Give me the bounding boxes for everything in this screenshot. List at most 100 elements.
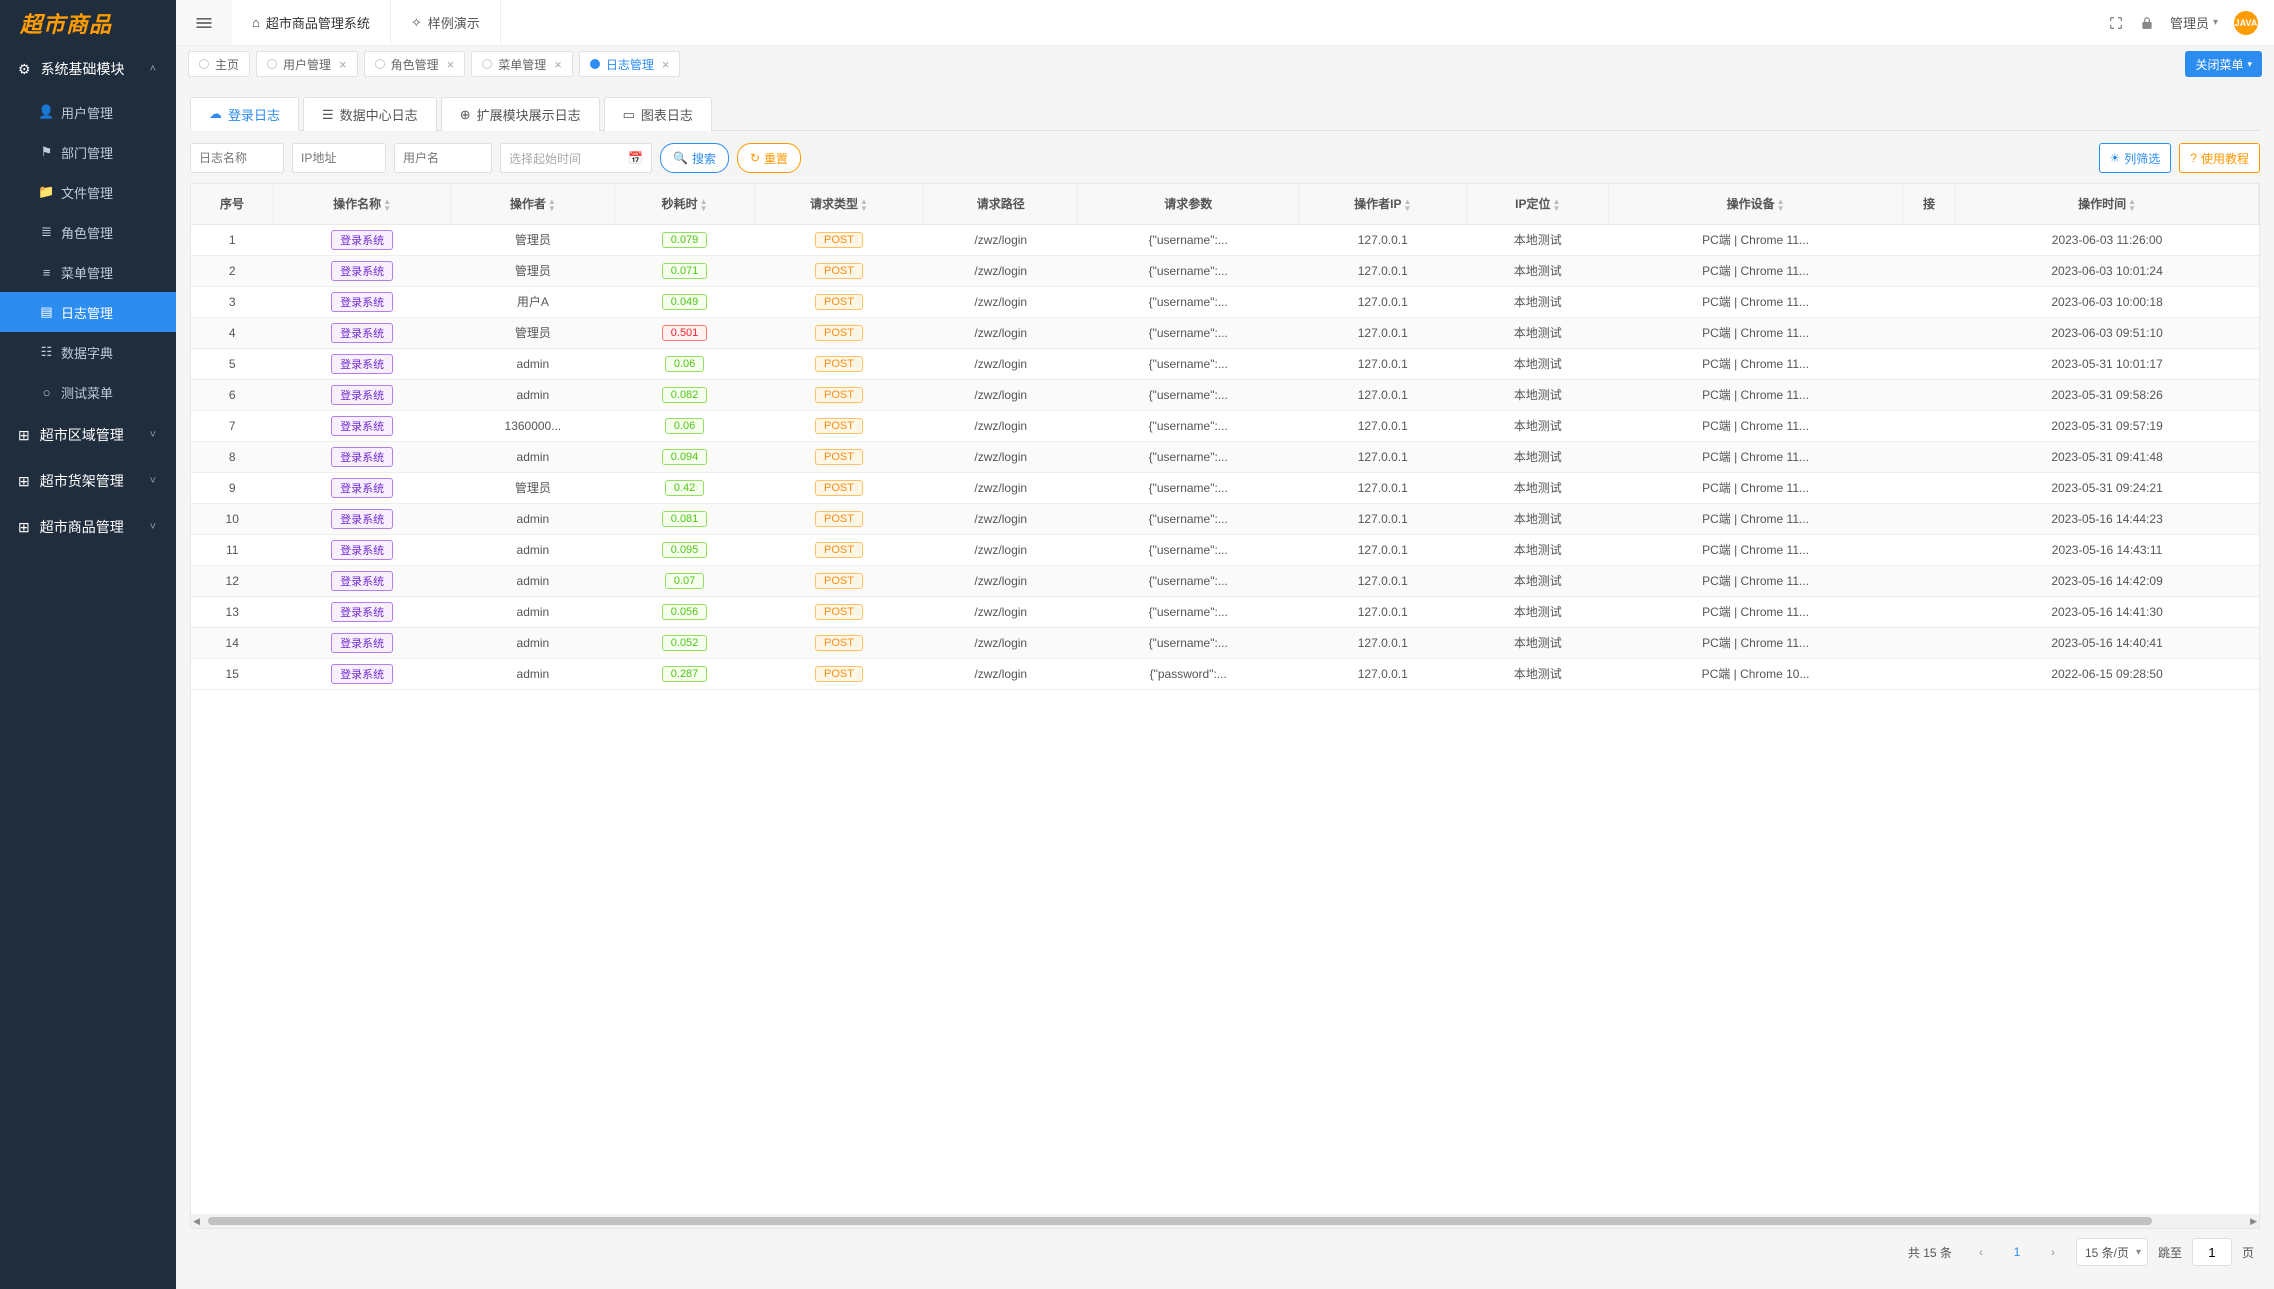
content-tab-扩展模块展示日志[interactable]: ⊕扩展模块展示日志 xyxy=(441,97,600,131)
scroll-left-icon[interactable]: ◀ xyxy=(191,1216,202,1227)
column-秒耗时[interactable]: 秒耗时▲▼ xyxy=(615,184,754,224)
cell-extra xyxy=(1902,565,1955,596)
sidebar-group-超市区域管理[interactable]: ⊞ 超市区域管理 ˅ xyxy=(0,412,176,458)
sidebar-item-菜单管理[interactable]: ≡菜单管理 xyxy=(0,252,176,292)
cell-ip: 127.0.0.1 xyxy=(1299,410,1467,441)
content-tab-数据中心日志[interactable]: ☰数据中心日志 xyxy=(303,97,437,131)
page-tab-角色管理[interactable]: 角色管理× xyxy=(364,51,466,77)
sidebar-item-数据字典[interactable]: ☷数据字典 xyxy=(0,332,176,372)
horizontal-scrollbar[interactable]: ◀ ▶ xyxy=(191,1214,2259,1228)
sidebar-item-label: 部门管理 xyxy=(61,143,113,162)
page-size-select[interactable]: 15 条/页 xyxy=(2076,1238,2148,1266)
columns-button[interactable]: ☀ 列筛选 xyxy=(2099,143,2172,173)
prev-page-button[interactable]: ‹ xyxy=(1968,1239,1994,1265)
jump-page-input[interactable] xyxy=(2192,1238,2232,1266)
close-menu-button[interactable]: 关闭菜单 ▾ xyxy=(2185,51,2262,77)
scroll-right-icon[interactable]: ▶ xyxy=(2248,1216,2259,1227)
cell-ip: 127.0.0.1 xyxy=(1299,224,1467,255)
name-tag: 登录系统 xyxy=(331,230,393,250)
date-placeholder: 选择起始时间 xyxy=(509,150,581,167)
cell-time: 2023-05-31 09:24:21 xyxy=(1956,472,2259,503)
name-tag: 登录系统 xyxy=(331,602,393,622)
sidebar-item-角色管理[interactable]: ≣角色管理 xyxy=(0,212,176,252)
cell-ip: 127.0.0.1 xyxy=(1299,658,1467,689)
cell-type: POST xyxy=(754,472,924,503)
cell-device: PC端 | Chrome 11... xyxy=(1609,503,1903,534)
page-tab-菜单管理[interactable]: 菜单管理× xyxy=(471,51,573,77)
sidebar-item-部门管理[interactable]: ⚑部门管理 xyxy=(0,132,176,172)
username-input[interactable] xyxy=(394,143,492,173)
column-操作设备[interactable]: 操作设备▲▼ xyxy=(1609,184,1903,224)
close-icon[interactable]: × xyxy=(339,57,347,72)
tutorial-button[interactable]: ? 使用教程 xyxy=(2179,143,2260,173)
top-tab-超市商品管理系统[interactable]: ⌂超市商品管理系统 xyxy=(232,0,391,45)
cell-location: 本地测试 xyxy=(1467,627,1609,658)
table-row: 9 登录系统 管理员 0.42 POST /zwz/login {"userna… xyxy=(191,472,2259,503)
table-row: 12 登录系统 admin 0.07 POST /zwz/login {"use… xyxy=(191,565,2259,596)
table-scroll[interactable]: 序号操作名称▲▼操作者▲▼秒耗时▲▼请求类型▲▼请求路径请求参数操作者IP▲▼I… xyxy=(191,184,2259,1214)
cost-tag: 0.501 xyxy=(662,325,708,341)
ip-input[interactable] xyxy=(292,143,386,173)
content-tab-图表日志[interactable]: ▭图表日志 xyxy=(604,97,712,131)
column-请求类型[interactable]: 请求类型▲▼ xyxy=(754,184,924,224)
cell-ip: 127.0.0.1 xyxy=(1299,255,1467,286)
question-icon: ? xyxy=(2190,151,2197,165)
date-picker[interactable]: 选择起始时间 📅 xyxy=(500,143,652,173)
main: ⌂超市商品管理系统✧样例演示 管理员 ▾ JAVA 主页用户管理×角色管理×菜单… xyxy=(176,0,2274,1289)
scrollbar-thumb[interactable] xyxy=(208,1217,2152,1225)
page-number[interactable]: 1 xyxy=(2004,1239,2030,1265)
column-操作时间[interactable]: 操作时间▲▼ xyxy=(1956,184,2259,224)
type-tag: POST xyxy=(815,294,863,310)
close-icon[interactable]: × xyxy=(662,57,670,72)
page-tab-主页[interactable]: 主页 xyxy=(188,51,250,77)
log-name-input[interactable] xyxy=(190,143,284,173)
sidebar-item-用户管理[interactable]: 👤用户管理 xyxy=(0,92,176,132)
content-tab-登录日志[interactable]: ☁登录日志 xyxy=(190,97,299,131)
cost-tag: 0.094 xyxy=(662,449,708,465)
cell-extra xyxy=(1902,255,1955,286)
cell-device: PC端 | Chrome 11... xyxy=(1609,472,1903,503)
table-row: 1 登录系统 管理员 0.079 POST /zwz/login {"usern… xyxy=(191,224,2259,255)
next-page-button[interactable]: › xyxy=(2040,1239,2066,1265)
cell-name: 登录系统 xyxy=(273,317,450,348)
table-body: 1 登录系统 管理员 0.079 POST /zwz/login {"usern… xyxy=(191,224,2259,689)
page-tab-日志管理[interactable]: 日志管理× xyxy=(579,51,681,77)
column-IP定位[interactable]: IP定位▲▼ xyxy=(1467,184,1609,224)
hamburger-button[interactable] xyxy=(176,0,232,45)
sidebar-item-文件管理[interactable]: 📁文件管理 xyxy=(0,172,176,212)
user-dropdown[interactable]: 管理员 ▾ xyxy=(2170,13,2218,32)
cell-device: PC端 | Chrome 11... xyxy=(1609,410,1903,441)
group-label: 超市区域管理 xyxy=(40,425,124,445)
cell-param: {"username":... xyxy=(1078,503,1299,534)
column-label: 请求参数 xyxy=(1164,197,1212,211)
content-tab-label: 扩展模块展示日志 xyxy=(477,105,581,124)
sidebar-item-日志管理[interactable]: ▤日志管理 xyxy=(0,292,176,332)
cell-cost: 0.07 xyxy=(615,565,754,596)
sidebar-group-系统基础模块[interactable]: ⚙系统基础模块˄ xyxy=(0,46,176,92)
column-label: 操作设备 xyxy=(1727,197,1775,211)
cell-location: 本地测试 xyxy=(1467,503,1609,534)
table-row: 6 登录系统 admin 0.082 POST /zwz/login {"use… xyxy=(191,379,2259,410)
search-button[interactable]: 🔍 搜索 xyxy=(660,143,729,173)
cell-param: {"username":... xyxy=(1078,534,1299,565)
column-操作者[interactable]: 操作者▲▼ xyxy=(451,184,615,224)
cell-time: 2023-05-16 14:42:09 xyxy=(1956,565,2259,596)
page-tab-用户管理[interactable]: 用户管理× xyxy=(256,51,358,77)
close-icon[interactable]: × xyxy=(447,57,455,72)
close-icon[interactable]: × xyxy=(554,57,562,72)
sidebar-group-超市商品管理[interactable]: ⊞超市商品管理˅ xyxy=(0,504,176,550)
chevron-down-icon: ˅ xyxy=(150,429,156,441)
sidebar-item-测试菜单[interactable]: ○测试菜单 xyxy=(0,372,176,412)
cell-location: 本地测试 xyxy=(1467,224,1609,255)
column-操作者IP[interactable]: 操作者IP▲▼ xyxy=(1299,184,1467,224)
lock-icon[interactable] xyxy=(2140,16,2154,30)
sidebar-group-超市货架管理[interactable]: ⊞超市货架管理˅ xyxy=(0,458,176,504)
cell-device: PC端 | Chrome 11... xyxy=(1609,596,1903,627)
grid-icon: ⊞ xyxy=(18,427,30,444)
top-tab-样例演示[interactable]: ✧样例演示 xyxy=(391,0,501,45)
column-操作名称[interactable]: 操作名称▲▼ xyxy=(273,184,450,224)
fullscreen-icon[interactable] xyxy=(2108,15,2124,31)
avatar[interactable]: JAVA xyxy=(2234,11,2258,35)
reset-button[interactable]: ↻ 重置 xyxy=(737,143,801,173)
user-label: 管理员 xyxy=(2170,13,2209,32)
